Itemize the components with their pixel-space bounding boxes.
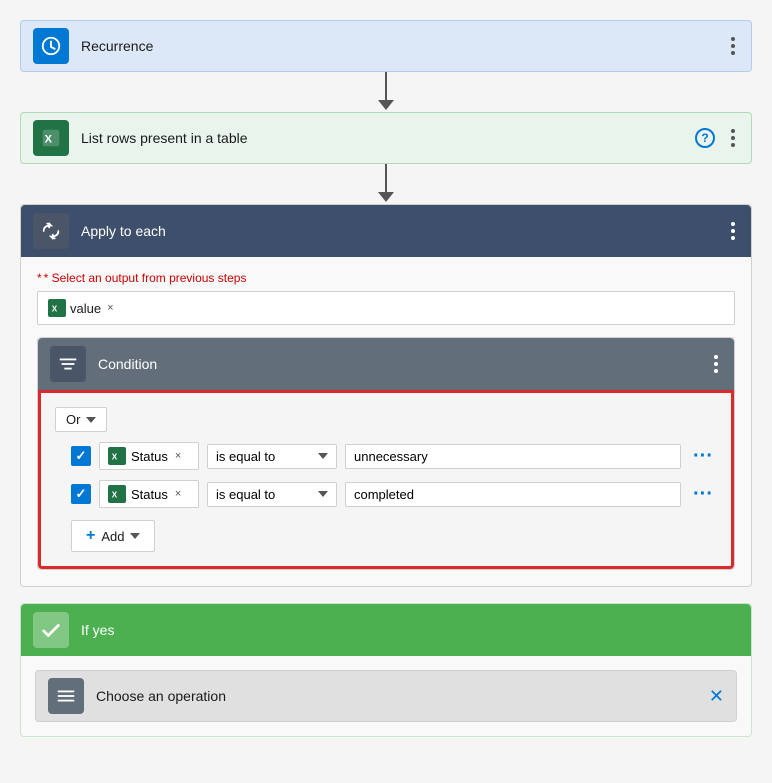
recurrence-card[interactable]: Recurrence — [20, 20, 752, 72]
apply-to-each-header[interactable]: Apply to each — [21, 205, 751, 257]
plus-icon: + — [86, 527, 95, 545]
apply-to-each-title: Apply to each — [81, 223, 727, 239]
add-label: Add — [101, 529, 124, 544]
apply-to-each-body: ** Select an output from previous steps … — [21, 257, 751, 586]
value-tag-text: value — [70, 301, 101, 316]
choose-op-title: Choose an operation — [96, 688, 709, 704]
condition-icon — [50, 346, 86, 382]
status-remove-2[interactable]: × — [175, 488, 181, 500]
recurrence-title: Recurrence — [81, 38, 727, 54]
condition-block: Condition Or — [37, 337, 735, 570]
status-field-1: Status — [131, 449, 168, 464]
operator-label-2: is equal to — [216, 487, 275, 502]
apply-icon — [33, 213, 69, 249]
condition-body: Or ✓ X — [38, 390, 734, 569]
checkbox-2[interactable]: ✓ — [71, 484, 91, 504]
list-rows-more-btn[interactable] — [727, 125, 739, 151]
recurrence-more-btn[interactable] — [727, 33, 739, 59]
svg-text:X: X — [52, 305, 58, 314]
recurrence-icon — [33, 28, 69, 64]
select-label: ** Select an output from previous steps — [37, 271, 735, 285]
condition-header[interactable]: Condition — [38, 338, 734, 390]
svg-text:X: X — [112, 453, 118, 462]
row-2-more-btn[interactable]: ··· — [689, 480, 717, 508]
status-excel-icon-1: X — [108, 447, 126, 465]
or-label: Or — [66, 412, 80, 427]
status-remove-1[interactable]: × — [175, 450, 181, 462]
choose-operation-card[interactable]: Choose an operation ✕ — [35, 670, 737, 722]
or-chevron — [86, 417, 96, 423]
operator-chevron-2 — [318, 491, 328, 497]
status-field-2: Status — [131, 487, 168, 502]
value-tag-container[interactable]: X value × — [37, 291, 735, 325]
if-yes-body: Choose an operation ✕ — [21, 656, 751, 736]
checkmark-1: ✓ — [76, 448, 87, 464]
choose-op-close[interactable]: ✕ — [709, 686, 724, 707]
list-rows-card[interactable]: X List rows present in a table ? — [20, 112, 752, 164]
if-yes-header[interactable]: If yes — [21, 604, 751, 656]
list-rows-title: List rows present in a table — [81, 130, 695, 146]
condition-row-2: ✓ X Status × is equal to — [71, 480, 717, 508]
excel-icon: X — [33, 120, 69, 156]
if-yes-block: If yes Choose an operation ✕ — [20, 603, 752, 737]
condition-rows: ✓ X Status × is equal to — [71, 442, 717, 508]
add-button[interactable]: + Add — [71, 520, 155, 552]
svg-text:X: X — [45, 134, 53, 146]
list-rows-actions: ? — [695, 125, 739, 151]
svg-text:X: X — [112, 491, 118, 500]
value-tag: X value × — [48, 299, 114, 317]
tag-excel-icon: X — [48, 299, 66, 317]
checkmark-2: ✓ — [76, 486, 87, 502]
choose-op-icon — [48, 678, 84, 714]
or-dropdown[interactable]: Or — [55, 407, 107, 432]
status-tag-2[interactable]: X Status × — [99, 480, 199, 508]
operator-select-2[interactable]: is equal to — [207, 482, 337, 507]
help-icon[interactable]: ? — [695, 128, 715, 148]
checkbox-1[interactable]: ✓ — [71, 446, 91, 466]
status-tag-1[interactable]: X Status × — [99, 442, 199, 470]
row-1-more-btn[interactable]: ··· — [689, 442, 717, 470]
operator-select-1[interactable]: is equal to — [207, 444, 337, 469]
value-text-2: completed — [354, 487, 414, 502]
flow-canvas: Recurrence X List rows present in a tabl… — [20, 20, 752, 763]
operator-label-1: is equal to — [216, 449, 275, 464]
value-tag-remove[interactable]: × — [107, 302, 113, 314]
condition-more-btn[interactable] — [710, 351, 722, 377]
condition-row-1: ✓ X Status × is equal to — [71, 442, 717, 470]
arrow-2 — [378, 164, 394, 204]
value-input-1[interactable]: unnecessary — [345, 444, 681, 469]
recurrence-actions — [727, 33, 739, 59]
condition-title: Condition — [98, 356, 710, 372]
operator-chevron-1 — [318, 453, 328, 459]
apply-to-each-block: Apply to each ** Select an output from p… — [20, 204, 752, 587]
value-input-2[interactable]: completed — [345, 482, 681, 507]
if-yes-icon — [33, 612, 69, 648]
apply-more-btn[interactable] — [727, 218, 739, 244]
add-chevron — [130, 533, 140, 539]
status-excel-icon-2: X — [108, 485, 126, 503]
arrow-1 — [378, 72, 394, 112]
if-yes-title: If yes — [81, 622, 739, 638]
value-text-1: unnecessary — [354, 449, 428, 464]
